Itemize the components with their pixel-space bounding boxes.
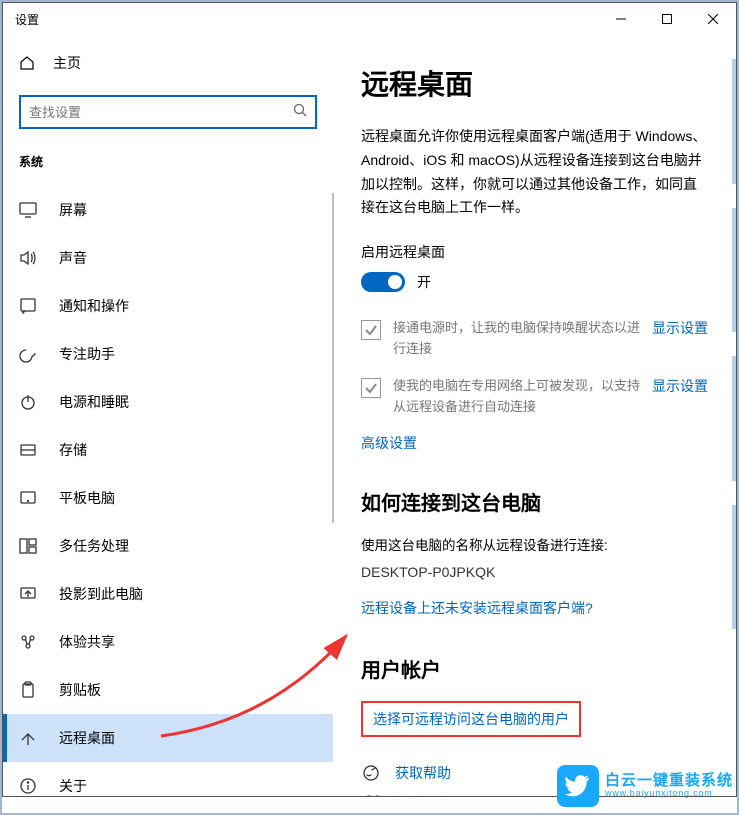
close-button[interactable]	[690, 3, 736, 35]
about-icon	[19, 777, 37, 795]
focus-icon	[19, 345, 37, 363]
home-nav[interactable]: 主页	[3, 45, 333, 81]
shared-icon	[19, 633, 37, 651]
sidebar-item-shared[interactable]: 体验共享	[3, 618, 333, 666]
titlebar: 设置	[3, 3, 736, 35]
connect-text: 使用这台电脑的名称从远程设备进行连接:	[361, 534, 708, 554]
sidebar-item-about[interactable]: 关于	[3, 762, 333, 796]
sidebar-item-focus[interactable]: 专注助手	[3, 330, 333, 378]
watermark-badge-icon	[557, 765, 599, 807]
sidebar-item-label: 存储	[59, 440, 87, 460]
multitask-icon	[19, 537, 37, 555]
search-icon	[293, 103, 307, 122]
sidebar-item-clipboard[interactable]: 剪贴板	[3, 666, 333, 714]
sidebar-item-display[interactable]: 屏幕	[3, 186, 333, 234]
display-icon	[19, 201, 37, 219]
advanced-settings-link[interactable]: 高级设置	[361, 435, 417, 451]
sidebar-item-label: 投影到此电脑	[59, 584, 143, 604]
content-area: 远程桌面 远程桌面允许你使用远程桌面客户端(适用于 Windows、Androi…	[333, 35, 736, 796]
notifications-icon	[19, 297, 37, 315]
scroll-indicator	[332, 193, 334, 523]
discoverable-text: 使我的电脑在专用网络上可被发现，以支持从远程设备进行自动连接	[393, 376, 640, 418]
sidebar-item-label: 专注助手	[59, 344, 115, 364]
window-controls	[598, 3, 736, 35]
home-icon	[19, 55, 35, 71]
sidebar-item-multitask[interactable]: 多任务处理	[3, 522, 333, 570]
tablet-icon	[19, 489, 37, 507]
toggle-state: 开	[417, 272, 431, 292]
storage-icon	[19, 441, 37, 459]
right-edge-decor	[732, 59, 736, 629]
enable-toggle-row: 开	[361, 272, 708, 292]
sidebar-item-tablet[interactable]: 平板电脑	[3, 474, 333, 522]
watermark: 白云一键重装系统 www.baiyunxitong.com	[557, 765, 733, 807]
select-users-highlight: 选择可远程访问这台电脑的用户	[361, 701, 581, 737]
sidebar-item-remote[interactable]: 远程桌面	[3, 714, 333, 762]
feedback-label: 提供反馈	[395, 792, 447, 796]
sidebar-item-label: 电源和睡眠	[59, 392, 129, 412]
sound-icon	[19, 249, 37, 267]
keep-awake-show-settings[interactable]: 显示设置	[652, 318, 708, 360]
remote-icon	[19, 729, 37, 747]
sidebar-item-storage[interactable]: 存储	[3, 426, 333, 474]
sidebar-item-label: 声音	[59, 248, 87, 268]
outer-frame: 设置 主页 系统 屏幕声音通知和操作专注助手电源和睡眠存储平板电脑多任务处理投影…	[0, 0, 739, 815]
pc-name: DESKTOP-P0JPKQK	[361, 564, 708, 580]
sidebar-item-label: 平板电脑	[59, 488, 115, 508]
sidebar-item-label: 远程桌面	[59, 728, 115, 748]
clipboard-icon	[19, 681, 37, 699]
enable-toggle[interactable]	[361, 272, 405, 292]
home-label: 主页	[53, 53, 81, 73]
page-description: 远程桌面允许你使用远程桌面客户端(适用于 Windows、Android、iOS…	[361, 125, 708, 220]
enable-label: 启用远程桌面	[361, 242, 708, 262]
nav-list: 屏幕声音通知和操作专注助手电源和睡眠存储平板电脑多任务处理投影到此电脑体验共享剪…	[3, 186, 333, 796]
keep-awake-row: 接通电源时，让我的电脑保持唤醒状态以进行连接 显示设置	[361, 318, 708, 360]
watermark-url: www.baiyunxitong.com	[605, 789, 733, 799]
search-input[interactable]	[29, 105, 293, 120]
page-title: 远程桌面	[361, 63, 708, 103]
settings-window: 设置 主页 系统 屏幕声音通知和操作专注助手电源和睡眠存储平板电脑多任务处理投影…	[2, 2, 737, 797]
sidebar-item-label: 体验共享	[59, 632, 115, 652]
sidebar: 主页 系统 屏幕声音通知和操作专注助手电源和睡眠存储平板电脑多任务处理投影到此电…	[3, 35, 333, 796]
feedback-icon	[361, 791, 381, 796]
discoverable-show-settings[interactable]: 显示设置	[652, 376, 708, 418]
project-icon	[19, 585, 37, 603]
sidebar-item-label: 多任务处理	[59, 536, 129, 556]
maximize-button[interactable]	[644, 3, 690, 35]
window-body: 主页 系统 屏幕声音通知和操作专注助手电源和睡眠存储平板电脑多任务处理投影到此电…	[3, 35, 736, 796]
search-box[interactable]	[19, 95, 317, 129]
help-icon	[361, 763, 381, 783]
user-heading: 用户帐户	[361, 654, 708, 683]
power-icon	[19, 393, 37, 411]
keep-awake-text: 接通电源时，让我的电脑保持唤醒状态以进行连接	[393, 318, 640, 360]
minimize-button[interactable]	[598, 3, 644, 35]
sidebar-item-label: 屏幕	[59, 200, 87, 220]
discoverable-row: 使我的电脑在专用网络上可被发现，以支持从远程设备进行自动连接 显示设置	[361, 376, 708, 418]
client-missing-link[interactable]: 远程设备上还未安装远程桌面客户端?	[361, 598, 708, 618]
select-users-link[interactable]: 选择可远程访问这台电脑的用户	[373, 711, 569, 727]
section-label: 系统	[3, 153, 333, 178]
discoverable-checkbox[interactable]	[361, 378, 381, 398]
sidebar-item-label: 剪贴板	[59, 680, 101, 700]
sidebar-item-label: 关于	[59, 776, 87, 796]
sidebar-item-notifications[interactable]: 通知和操作	[3, 282, 333, 330]
sidebar-item-label: 通知和操作	[59, 296, 129, 316]
get-help-label: 获取帮助	[395, 763, 451, 783]
sidebar-item-project[interactable]: 投影到此电脑	[3, 570, 333, 618]
sidebar-item-power[interactable]: 电源和睡眠	[3, 378, 333, 426]
keep-awake-checkbox[interactable]	[361, 320, 381, 340]
watermark-text: 白云一键重装系统	[605, 773, 733, 790]
connect-heading: 如何连接到这台电脑	[361, 487, 708, 516]
sidebar-item-sound[interactable]: 声音	[3, 234, 333, 282]
window-title: 设置	[15, 11, 39, 28]
